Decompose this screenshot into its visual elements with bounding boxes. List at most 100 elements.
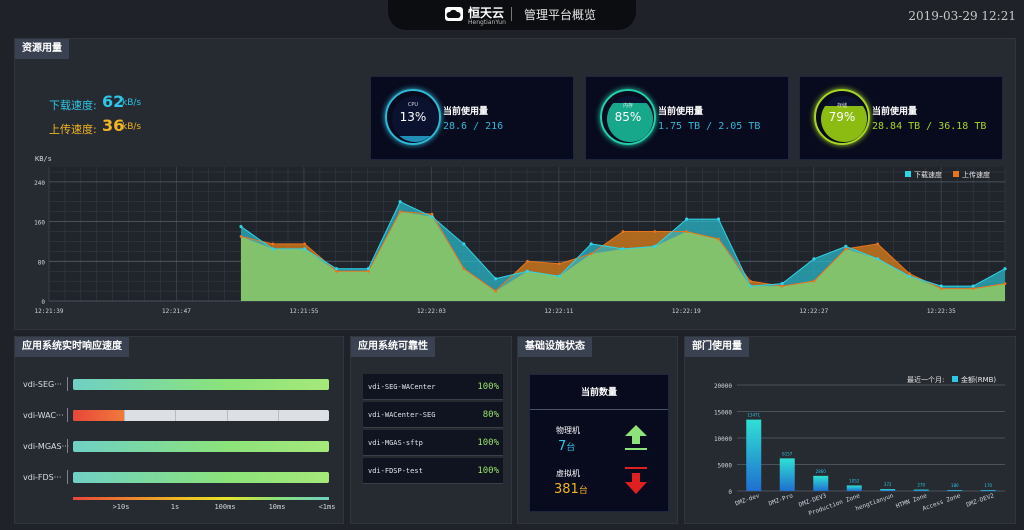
download-point — [557, 274, 561, 278]
upload-point — [462, 267, 466, 271]
upload-point — [589, 252, 593, 256]
upload-point — [685, 230, 689, 233]
y-tick-label: 0 — [41, 299, 45, 306]
reliability-row-percent: 80% — [482, 410, 499, 420]
speed-area-chart: KB/s 0 80 160 240 12:21:39 12:21:47 12:21:55 12:… — [34, 155, 1007, 315]
cpu-usage-value: 28.6 / 216 — [443, 121, 504, 132]
virtual-machine-label: 虚拟机 — [556, 469, 580, 478]
bar — [746, 419, 762, 491]
cloud-logo-icon — [445, 7, 463, 21]
arrow-down-icon — [625, 467, 647, 494]
bar-legend-title: 最近一个月: — [907, 375, 944, 384]
upload-point — [430, 212, 434, 216]
download-point — [271, 247, 275, 251]
x-tick-label: 12:21:39 — [35, 308, 64, 315]
y-tick-label: 80 — [38, 259, 46, 266]
department-panel-title: 部门使用量 — [685, 337, 749, 357]
upload-point — [844, 247, 848, 251]
bar-category-label: DMZ-DEV2 — [965, 492, 995, 509]
download-point — [589, 242, 593, 246]
response-row-label: vdi-WAC··· — [23, 411, 64, 420]
page-title: 管理平台概览 — [524, 8, 597, 22]
bar-y-tick-label: 5000 — [718, 463, 733, 470]
upload-point — [908, 272, 911, 276]
bar — [980, 490, 996, 492]
bar-y-tick-label: 20000 — [714, 383, 732, 390]
response-row-tick — [67, 439, 68, 453]
department-usage-panel: 部门使用量 最近一个月: 金额(RMB) 0 5000 10000 15000 20000 1… — [684, 336, 1016, 524]
upload-point — [971, 287, 975, 290]
cpu-gauge-label: CPU — [407, 102, 419, 108]
physical-machine-label: 物理机 — [556, 426, 580, 435]
cpu-gauge-percent: 13% — [399, 110, 427, 124]
bar — [880, 489, 896, 491]
reliability-row-name: vdi-SEG-WACenter — [368, 383, 436, 391]
memory-gauge-label: 内存 — [622, 103, 633, 109]
infrastructure-panel: 基础设施状态 当前数量 物理机 7台 虚拟机 381台 — [517, 336, 678, 524]
cpu-gauge: CPU 13% — [385, 89, 441, 145]
upload-point — [653, 230, 657, 233]
memory-usage-value: 1.75 TB / 2.05 TB — [658, 121, 761, 132]
response-bar — [73, 410, 329, 421]
y-tick-label: 160 — [34, 220, 45, 227]
legend-download-swatch — [905, 171, 911, 177]
bar-value-label: 270 — [917, 483, 925, 488]
bar — [779, 458, 795, 491]
response-row-label: vdi-SEG··· — [23, 380, 62, 389]
cpu-usage-title: 当前使用量 — [443, 107, 489, 117]
download-point — [748, 284, 752, 288]
x-tick-label: 12:22:27 — [799, 308, 828, 315]
legend-upload-swatch — [953, 171, 959, 177]
upload-point — [335, 269, 338, 273]
download-speed-unit: kB/s — [122, 98, 142, 108]
storage-usage-value: 28.84 TB / 36.18 TB — [872, 121, 987, 132]
reliability-row-percent: 100% — [477, 438, 499, 448]
download-point — [494, 277, 498, 281]
response-row-label: vdi-MGAS··· — [23, 442, 70, 451]
response-bar — [73, 472, 329, 483]
upload-point — [717, 237, 720, 241]
infra-count-box: 当前数量 物理机 7台 虚拟机 381台 — [529, 374, 669, 512]
download-point — [1003, 267, 1007, 271]
reliability-row: vdi-SEG-WACenter 100% — [363, 374, 503, 400]
infra-box-title: 当前数量 — [580, 388, 617, 398]
download-point — [812, 257, 816, 261]
bar-value-label: 13471 — [747, 413, 760, 418]
x-tick-label: 12:21:55 — [289, 308, 318, 315]
response-row-tick — [67, 408, 68, 422]
upload-point — [748, 279, 752, 283]
reliability-panel: 应用系统可靠性 vdi-SEG-WACenter 100% vdi-WACenter… — [350, 336, 512, 524]
bar — [913, 489, 929, 491]
upload-speed-unit: kB/s — [122, 122, 142, 132]
x-tick-label: 12:22:03 — [417, 308, 446, 315]
upload-speed-value: 36 — [102, 116, 125, 135]
x-tick-label: 12:22:11 — [544, 308, 573, 315]
storage-gauge-percent: 79% — [828, 110, 856, 124]
datetime: 2019-03-29 12:21 — [908, 9, 1016, 23]
infrastructure-panel-title: 基础设施状态 — [518, 337, 592, 357]
bar-category-label: Access Zone — [922, 492, 962, 512]
reliability-row-name: vdi-WACenter-SEG — [368, 411, 436, 419]
cpu-usage-card: CPU 13% 当前使用量 28.6 / 216 — [370, 76, 574, 160]
bar-category-label: hengtianyun — [855, 492, 895, 512]
response-bar — [73, 441, 329, 452]
bar-y-tick-label: 0 — [728, 489, 732, 496]
upload-point — [939, 287, 943, 290]
upload-point — [494, 289, 498, 293]
download-point — [876, 257, 880, 261]
upload-point — [398, 210, 402, 214]
reliability-row: vdi-WACenter-SEG 80% — [363, 402, 503, 428]
bar — [947, 490, 963, 492]
upload-point — [812, 279, 816, 283]
response-scale-label: 1s — [170, 503, 180, 511]
upload-point — [271, 242, 275, 246]
download-point — [239, 224, 243, 229]
reliability-row-name: vdi-MGAS-sftp — [368, 439, 423, 447]
bar-value-label: 1052 — [849, 478, 860, 483]
reliability-row: vdi-MGAS-sftp 100% — [363, 430, 503, 456]
download-point — [398, 200, 402, 204]
bar-legend-swatch — [952, 376, 958, 382]
upload-point — [526, 259, 529, 263]
reliability-row-percent: 100% — [477, 382, 499, 392]
department-bar-chart: 最近一个月: 金额(RMB) 0 5000 10000 15000 20000 13471 DM… — [714, 375, 1005, 517]
